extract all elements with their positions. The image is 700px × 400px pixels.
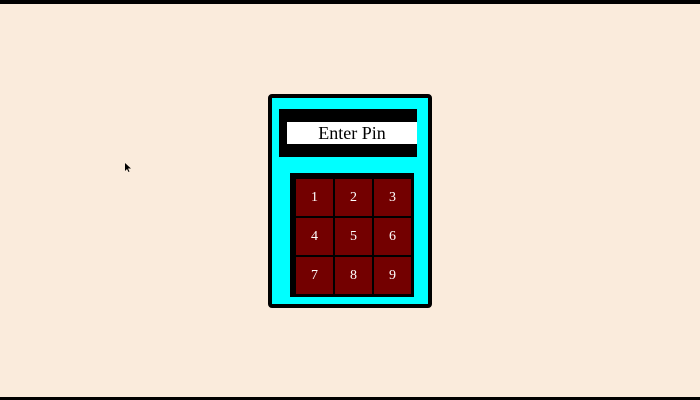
key-9[interactable]: 9 (374, 257, 411, 294)
pin-display: Enter Pin (279, 109, 417, 157)
key-7[interactable]: 7 (296, 257, 333, 294)
pin-display-text[interactable]: Enter Pin (287, 122, 417, 144)
key-3[interactable]: 3 (374, 179, 411, 216)
pin-pad-device: Enter Pin 1 2 3 4 5 6 7 8 9 (268, 94, 432, 308)
top-border (0, 0, 700, 4)
key-1[interactable]: 1 (296, 179, 333, 216)
key-2[interactable]: 2 (335, 179, 372, 216)
mouse-pointer-icon (125, 160, 133, 172)
keypad-grid: 1 2 3 4 5 6 7 8 9 (296, 179, 411, 294)
key-6[interactable]: 6 (374, 218, 411, 255)
key-8[interactable]: 8 (335, 257, 372, 294)
keypad: 1 2 3 4 5 6 7 8 9 (290, 173, 414, 297)
key-4[interactable]: 4 (296, 218, 333, 255)
key-5[interactable]: 5 (335, 218, 372, 255)
